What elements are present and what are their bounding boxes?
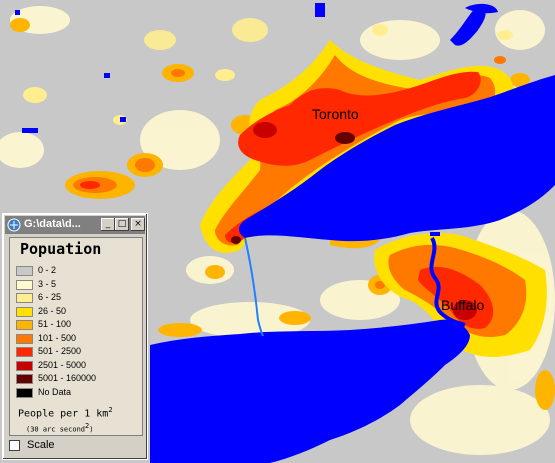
legend-units-exp: 2: [108, 406, 113, 414]
legend-swatch: [16, 320, 33, 330]
legend-swatch: [16, 279, 33, 290]
close-button[interactable]: ×: [131, 218, 145, 231]
scale-label: Scale: [27, 439, 55, 451]
legend-title: Popuation: [20, 240, 102, 258]
legend-window[interactable]: G:\data\d... _ □ × Popuation 0 - 2 3 - 5 6…: [2, 213, 148, 460]
legend-label: No Data: [38, 386, 72, 397]
legend-swatch: [16, 306, 33, 317]
legend-label: 6 - 25: [38, 292, 62, 302]
legend-label: 26 - 50: [38, 305, 67, 316]
scale-checkbox[interactable]: [9, 440, 20, 451]
legend-label: 3 - 5: [38, 278, 57, 289]
legend-swatch: [16, 333, 33, 344]
legend-units-prefix: People per 1 km: [18, 408, 109, 420]
legend-units-sub: (30 arc second2): [26, 422, 93, 433]
legend-label: 0 - 2: [38, 265, 57, 275]
legend-window-title: G:\data\d...: [24, 218, 81, 230]
legend-swatch: [16, 360, 33, 371]
legend-window-titlebar[interactable]: G:\data\d... _ □ ×: [5, 216, 145, 234]
legend-label: 101 - 500: [38, 332, 77, 343]
window-app-icon: [7, 218, 21, 232]
minimize-button[interactable]: _: [101, 218, 115, 231]
legend-label: 501 - 2500: [38, 346, 82, 356]
legend-label: 2501 - 5000: [38, 359, 87, 370]
legend-units-sub-prefix: (30 arc second: [26, 425, 86, 434]
legend-label: 51 - 100: [38, 319, 72, 329]
legend-swatch: [16, 293, 33, 303]
city-label-toronto: Toronto: [312, 106, 359, 122]
legend-swatch: [16, 387, 33, 398]
legend-panel: Popuation 0 - 2 3 - 5 6 - 25 26 - 50 51 - 10…: [9, 237, 143, 436]
legend-swatch: [16, 266, 33, 276]
maximize-button[interactable]: □: [115, 218, 129, 231]
city-label-buffalo: Buffalo: [441, 297, 485, 313]
legend-units: People per 1 km2: [18, 406, 113, 419]
legend-units-sub-suffix: ): [89, 425, 94, 434]
legend-label: 5001 - 160000: [38, 373, 97, 383]
legend-swatch: [16, 374, 33, 384]
legend-swatch: [16, 347, 33, 357]
